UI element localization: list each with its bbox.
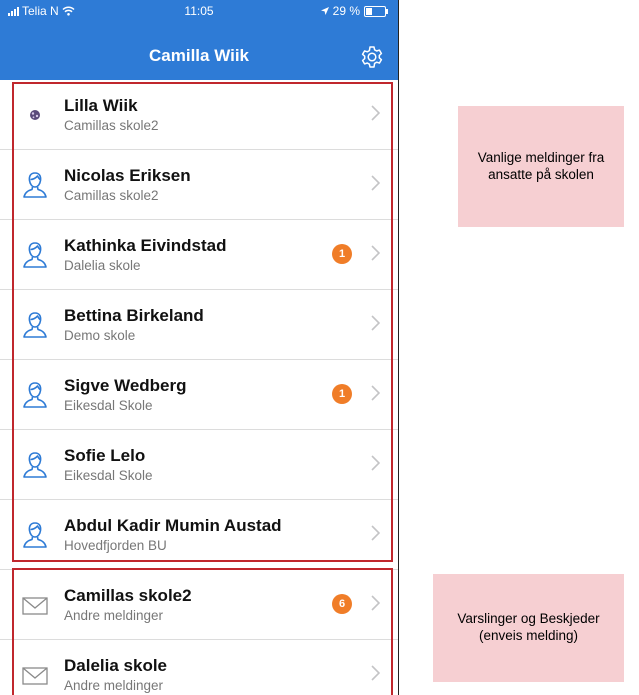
chevron-right-icon — [371, 525, 380, 541]
nav-bar: Camilla Wiik — [0, 36, 398, 80]
battery-status: 29 % — [320, 4, 388, 18]
list-item[interactable]: Nicolas Eriksen Camillas skole2 — [0, 150, 398, 220]
contact-school: Hovedfjorden BU — [64, 538, 167, 553]
unread-badge: 1 — [332, 244, 352, 264]
note-line: ansatte på skolen — [488, 166, 594, 182]
notice-name: Dalelia skole — [64, 656, 168, 675]
chevron-right-icon — [371, 385, 380, 401]
staff-messages-note: Vanlige meldinger fra ansatte på skolen — [458, 106, 624, 227]
contact-name: Abdul Kadir Mumin Austad — [64, 516, 282, 535]
chevron-right-icon — [371, 245, 380, 261]
list-item[interactable]: Sofie Lelo Eikesdal Skole — [0, 430, 398, 500]
notice-subtitle: Andre meldinger — [64, 608, 164, 623]
person-icon — [23, 172, 47, 198]
chevron-right-icon — [371, 595, 380, 611]
contact-school: Camillas skole2 — [64, 188, 159, 203]
list-item[interactable]: Bettina Birkeland Demo skole — [0, 290, 398, 360]
chevron-right-icon — [371, 175, 380, 191]
list-item[interactable]: Lilla Wiik Camillas skole2 — [0, 80, 398, 150]
location-arrow-icon — [320, 7, 329, 15]
contact-name: Sofie Lelo — [64, 446, 146, 465]
unread-badge: 1 — [332, 384, 352, 404]
person-icon — [23, 452, 47, 478]
notice-name: Camillas skole2 — [64, 586, 192, 605]
note-line: Vanlige meldinger fra — [477, 149, 605, 165]
phone-screen: Telia N 11:05 29 % Camilla Wiik Lilla Wi… — [0, 0, 399, 695]
contact-name: Lilla Wiik — [64, 96, 138, 115]
person-icon — [23, 382, 47, 408]
envelope-icon — [22, 597, 48, 615]
note-line: (enveis melding) — [478, 628, 579, 643]
list-item[interactable]: Abdul Kadir Mumin Austad Hovedfjorden BU — [0, 500, 398, 570]
contact-name: Bettina Birkeland — [64, 306, 204, 325]
envelope-icon — [22, 667, 48, 685]
chevron-right-icon — [371, 315, 380, 331]
notices-note: Varslinger og Beskjeder (enveis melding) — [433, 574, 624, 682]
person-icon — [23, 242, 47, 268]
person-icon — [23, 312, 47, 338]
contact-school: Camillas skole2 — [64, 118, 159, 133]
battery-level — [366, 7, 372, 15]
contact-school: Eikesdal Skole — [64, 468, 153, 483]
contact-school: Eikesdal Skole — [64, 398, 153, 413]
list-item[interactable]: Dalelia skole Andre meldinger — [0, 640, 398, 695]
list-item[interactable]: Sigve Wedberg Eikesdal Skole 1 — [0, 360, 398, 430]
contact-name: Sigve Wedberg — [64, 376, 187, 395]
list-item[interactable]: Kathinka Eivindstad Dalelia skole 1 — [0, 220, 398, 290]
contact-school: Demo skole — [64, 328, 136, 343]
status-bar: Telia N 11:05 29 % — [0, 0, 398, 36]
chevron-right-icon — [371, 455, 380, 471]
avatar-icon — [30, 110, 40, 120]
gear-icon[interactable] — [360, 45, 384, 69]
contact-school: Dalelia skole — [64, 258, 141, 273]
list-item[interactable]: Camillas skole2 Andre meldinger 6 — [0, 570, 398, 640]
chevron-right-icon — [371, 665, 380, 681]
contact-name: Kathinka Eivindstad — [64, 236, 227, 255]
person-icon — [23, 522, 47, 548]
conversation-list: Lilla Wiik Camillas skole2 Nicolas Eriks… — [0, 80, 398, 695]
battery-icon — [364, 5, 388, 17]
note-line: Varslinger og Beskjeder — [457, 611, 600, 627]
chevron-right-icon — [371, 105, 380, 121]
unread-badge: 6 — [332, 594, 352, 614]
battery-percent: 29 % — [332, 4, 360, 18]
notice-subtitle: Andre meldinger — [64, 678, 164, 693]
page-title: Camilla Wiik — [149, 46, 249, 65]
contact-name: Nicolas Eriksen — [64, 166, 191, 185]
